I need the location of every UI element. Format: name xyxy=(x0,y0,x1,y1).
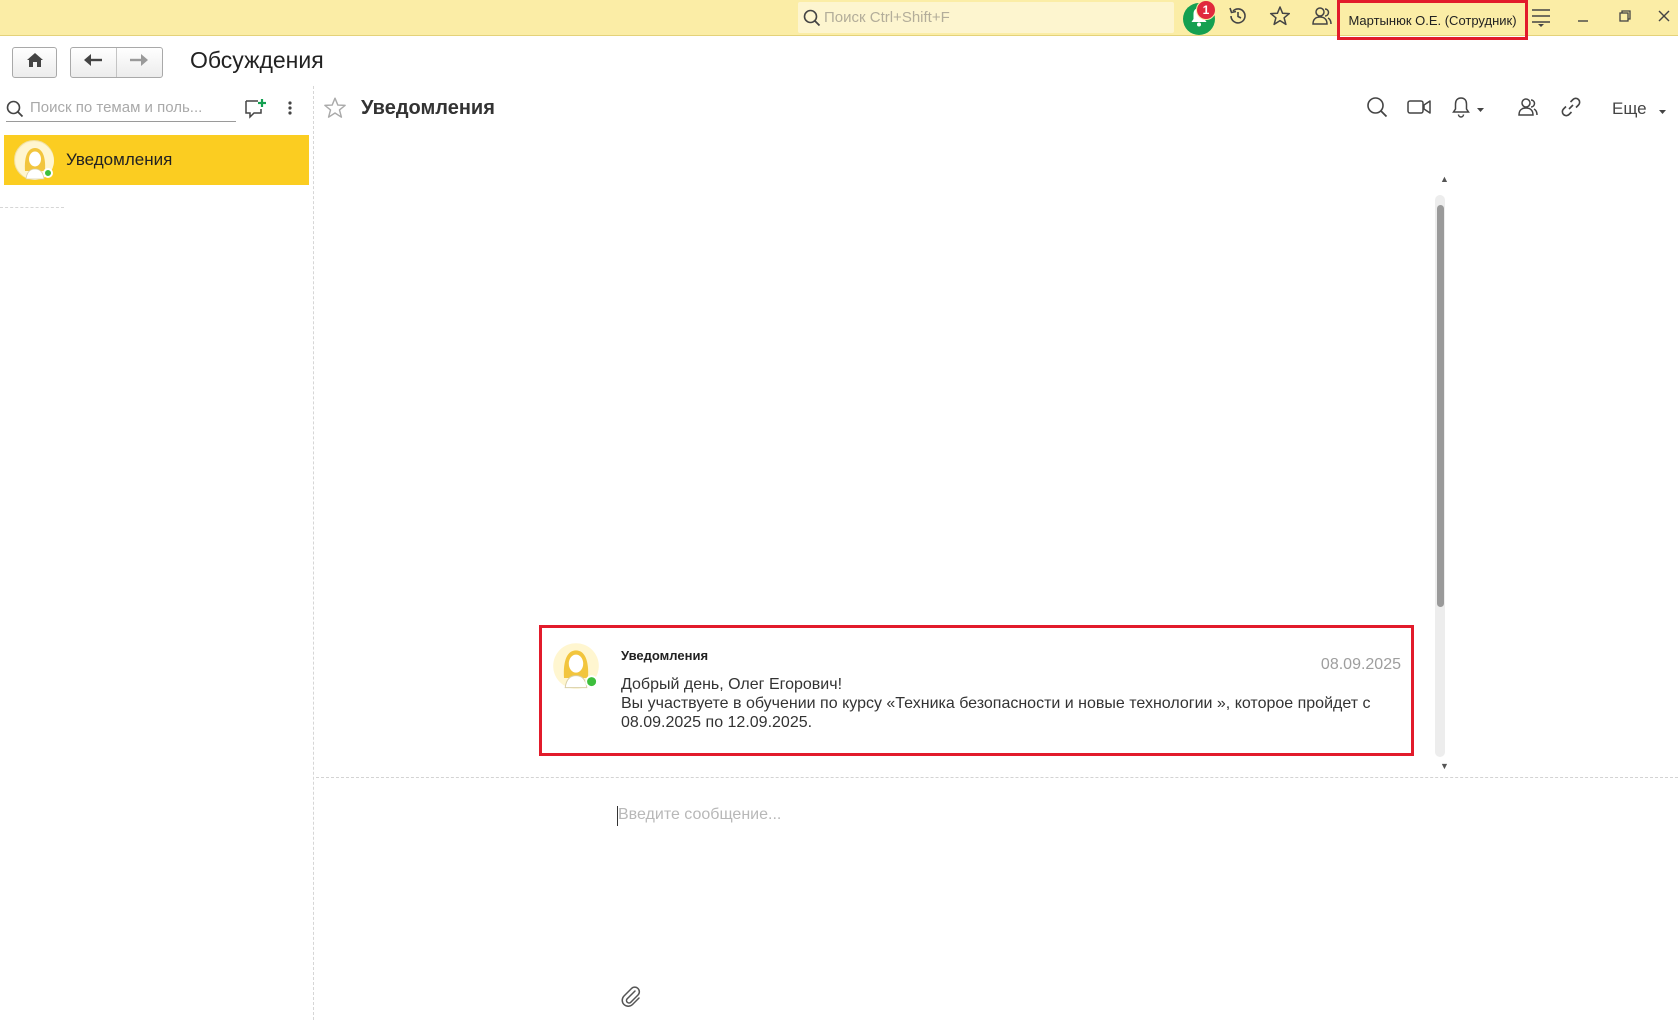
menu-icon xyxy=(1530,5,1552,32)
message-body: Добрый день, Олег Егорович! Вы участвует… xyxy=(621,675,1381,732)
search-icon xyxy=(1366,96,1388,123)
message-avatar xyxy=(552,642,600,690)
more-vertical-icon xyxy=(288,100,292,121)
message-line-content: Вы участвуете в обучении по курсу «Техни… xyxy=(621,695,1371,731)
add-chat-icon xyxy=(244,99,268,125)
scroll-up-arrow[interactable]: ▲ xyxy=(1440,174,1449,184)
conversation-search-input[interactable]: Поиск по темам и поль... xyxy=(6,96,236,122)
scroll-down-arrow[interactable]: ▼ xyxy=(1440,761,1449,771)
global-search-placeholder: Поиск Ctrl+Shift+F xyxy=(824,9,950,26)
star-icon xyxy=(1269,5,1291,32)
chat-title: Уведомления xyxy=(361,97,495,119)
page-title: Обсуждения xyxy=(190,47,324,73)
search-icon xyxy=(6,100,24,123)
top-bar: Поиск Ctrl+Shift+F 1 Мартынюк О.Е. (Сотр… xyxy=(0,0,1678,40)
users-icon xyxy=(1517,96,1539,123)
restore-button[interactable] xyxy=(1611,5,1639,31)
video-camera-icon xyxy=(1407,98,1431,121)
participants-button[interactable] xyxy=(1514,97,1542,121)
message-sender: Уведомления xyxy=(621,648,709,663)
close-window-button[interactable] xyxy=(1650,5,1678,31)
users-icon xyxy=(1311,5,1333,32)
home-icon xyxy=(26,52,44,73)
caret-down-icon xyxy=(1476,100,1484,118)
history-icon xyxy=(1227,5,1249,32)
arrow-right-icon xyxy=(129,53,149,72)
back-button[interactable] xyxy=(71,48,117,77)
global-search-input[interactable]: Поиск Ctrl+Shift+F xyxy=(798,2,1174,33)
more-actions-dropdown[interactable]: Еще xyxy=(1612,99,1667,120)
favorites-button[interactable] xyxy=(1266,5,1294,31)
copy-link-button[interactable] xyxy=(1557,97,1585,121)
minimize-button[interactable] xyxy=(1569,5,1597,31)
bell-outline-icon xyxy=(1451,96,1471,123)
attach-file-button[interactable] xyxy=(620,985,642,1012)
more-actions-label: Еще xyxy=(1612,99,1647,118)
notification-count-badge: 1 xyxy=(1196,0,1216,20)
new-discussion-button[interactable] xyxy=(244,97,268,121)
chat-search-button[interactable] xyxy=(1363,96,1391,123)
online-status-dot xyxy=(43,168,53,178)
message-input-placeholder: Введите сообщение... xyxy=(618,806,782,823)
close-icon xyxy=(1657,9,1671,28)
link-icon xyxy=(1560,96,1582,123)
search-icon xyxy=(803,9,821,32)
minimize-icon xyxy=(1576,9,1590,28)
restore-icon xyxy=(1618,9,1632,28)
history-nav xyxy=(70,47,163,78)
forward-button[interactable] xyxy=(117,48,163,77)
users-button[interactable] xyxy=(1308,5,1336,31)
conversation-item-notifications[interactable]: Уведомления xyxy=(4,135,309,185)
conversation-label: Уведомления xyxy=(66,150,173,169)
caret-down-icon xyxy=(1659,100,1667,119)
paperclip-icon xyxy=(620,986,642,1011)
panel-divider xyxy=(313,86,314,1020)
chat-notifications-dropdown[interactable] xyxy=(1447,96,1487,123)
sidebar-more-button[interactable] xyxy=(283,100,297,120)
video-call-button[interactable] xyxy=(1405,97,1433,121)
message-line-greeting: Добрый день, Олег Егорович! xyxy=(621,676,843,693)
message-card: Уведомления 08.09.2025 Добрый день, Олег… xyxy=(539,625,1414,756)
message-date: 08.09.2025 xyxy=(1320,656,1401,673)
history-button[interactable] xyxy=(1224,5,1252,31)
favorite-toggle[interactable] xyxy=(323,96,347,125)
star-outline-icon xyxy=(323,97,347,124)
main-menu-button[interactable] xyxy=(1527,5,1555,31)
arrow-left-icon xyxy=(83,53,103,72)
avatar xyxy=(14,140,54,180)
home-button[interactable] xyxy=(12,47,57,78)
conversation-search-placeholder: Поиск по темам и поль... xyxy=(30,99,203,116)
input-divider xyxy=(316,777,1678,778)
message-input[interactable]: Введите сообщение... xyxy=(600,790,1660,960)
current-user-button[interactable]: Мартынюк О.Е. (Сотрудник) xyxy=(1337,0,1528,40)
list-divider xyxy=(0,207,64,208)
scrollbar-thumb[interactable] xyxy=(1437,205,1444,607)
